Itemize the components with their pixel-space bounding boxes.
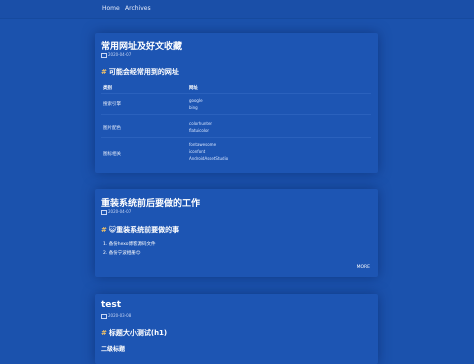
table-cell-category: 搜索引擎 — [103, 102, 121, 107]
post-title[interactable]: test — [101, 300, 121, 310]
post-date-text: 2020-04-07 — [108, 209, 132, 214]
heading-anchor[interactable]: # — [101, 68, 107, 76]
table-link[interactable]: iconfont — [189, 148, 228, 155]
nav-divider — [0, 18, 474, 19]
table-cell-links: google bing — [189, 97, 203, 111]
post-card: 重装系统前后要做的工作 2020-04-07 # 😺重装系统前要做的事 1. 备份… — [95, 189, 378, 277]
post-date-text: 2020-03-08 — [108, 313, 132, 318]
post-date: 2020-03-08 — [101, 313, 131, 319]
list-item-text: 备份宁波相册😊 — [108, 251, 141, 256]
calendar-icon — [101, 209, 107, 215]
post-heading: # 标题大小测试(h1) — [101, 328, 167, 338]
table-header-url: 网址 — [189, 86, 198, 91]
post-heading-text: 可能会经常用到的网址 — [108, 68, 179, 76]
table-link[interactable]: fontawesome — [189, 141, 228, 148]
more-link[interactable]: MORE — [357, 265, 370, 270]
calendar-icon — [101, 52, 107, 58]
post-date: 2020-04-07 — [101, 52, 131, 58]
table-header-category: 类别 — [103, 86, 112, 91]
list-item-text: 备份hexo博客源码文件 — [108, 242, 156, 247]
table-divider — [101, 114, 371, 115]
post-heading-text: 😺重装系统前要做的事 — [108, 226, 180, 234]
post-date: 2020-04-07 — [101, 209, 131, 215]
list-item: 1. 备份hexo博客源码文件 — [103, 242, 156, 247]
table-link[interactable]: google — [189, 97, 203, 104]
table-link[interactable]: AndroidAssetStudio — [189, 155, 228, 162]
table-divider — [101, 137, 371, 138]
post-heading: # 😺重装系统前要做的事 — [101, 225, 179, 235]
post-date-text: 2020-04-07 — [108, 52, 132, 57]
nav-home-link[interactable]: Home — [102, 5, 120, 12]
table-link[interactable]: bing — [189, 104, 203, 111]
post-heading: # 可能会经常用到的网址 — [101, 67, 179, 77]
post-card: test 2020-03-08 # 标题大小测试(h1) 二级标题 — [95, 294, 378, 364]
post-card: 常用网址及好文收藏 2020-04-07 # 可能会经常用到的网址 类别 网址 搜… — [95, 33, 378, 173]
calendar-icon — [101, 313, 107, 319]
table-divider — [101, 93, 371, 94]
table-link[interactable]: flatuicolor — [189, 127, 212, 134]
nav-archives-link[interactable]: Archives — [125, 5, 151, 12]
table-cell-links: colorhunter flatuicolor — [189, 120, 212, 134]
post-heading-text: 标题大小测试(h1) — [108, 329, 168, 337]
table-link[interactable]: colorhunter — [189, 120, 212, 127]
top-nav: Home Archives — [0, 0, 474, 18]
heading-anchor[interactable]: # — [101, 329, 107, 337]
list-item: 2. 备份宁波相册😊 — [103, 251, 141, 256]
table-cell-category: 图片配色 — [103, 126, 121, 131]
post-title[interactable]: 常用网址及好文收藏 — [101, 39, 182, 52]
heading-anchor[interactable]: # — [101, 226, 107, 234]
table-cell-links: fontawesome iconfont AndroidAssetStudio — [189, 141, 228, 162]
table-cell-category: 图标相关 — [103, 152, 121, 157]
post-title[interactable]: 重装系统前后要做的工作 — [101, 196, 200, 209]
